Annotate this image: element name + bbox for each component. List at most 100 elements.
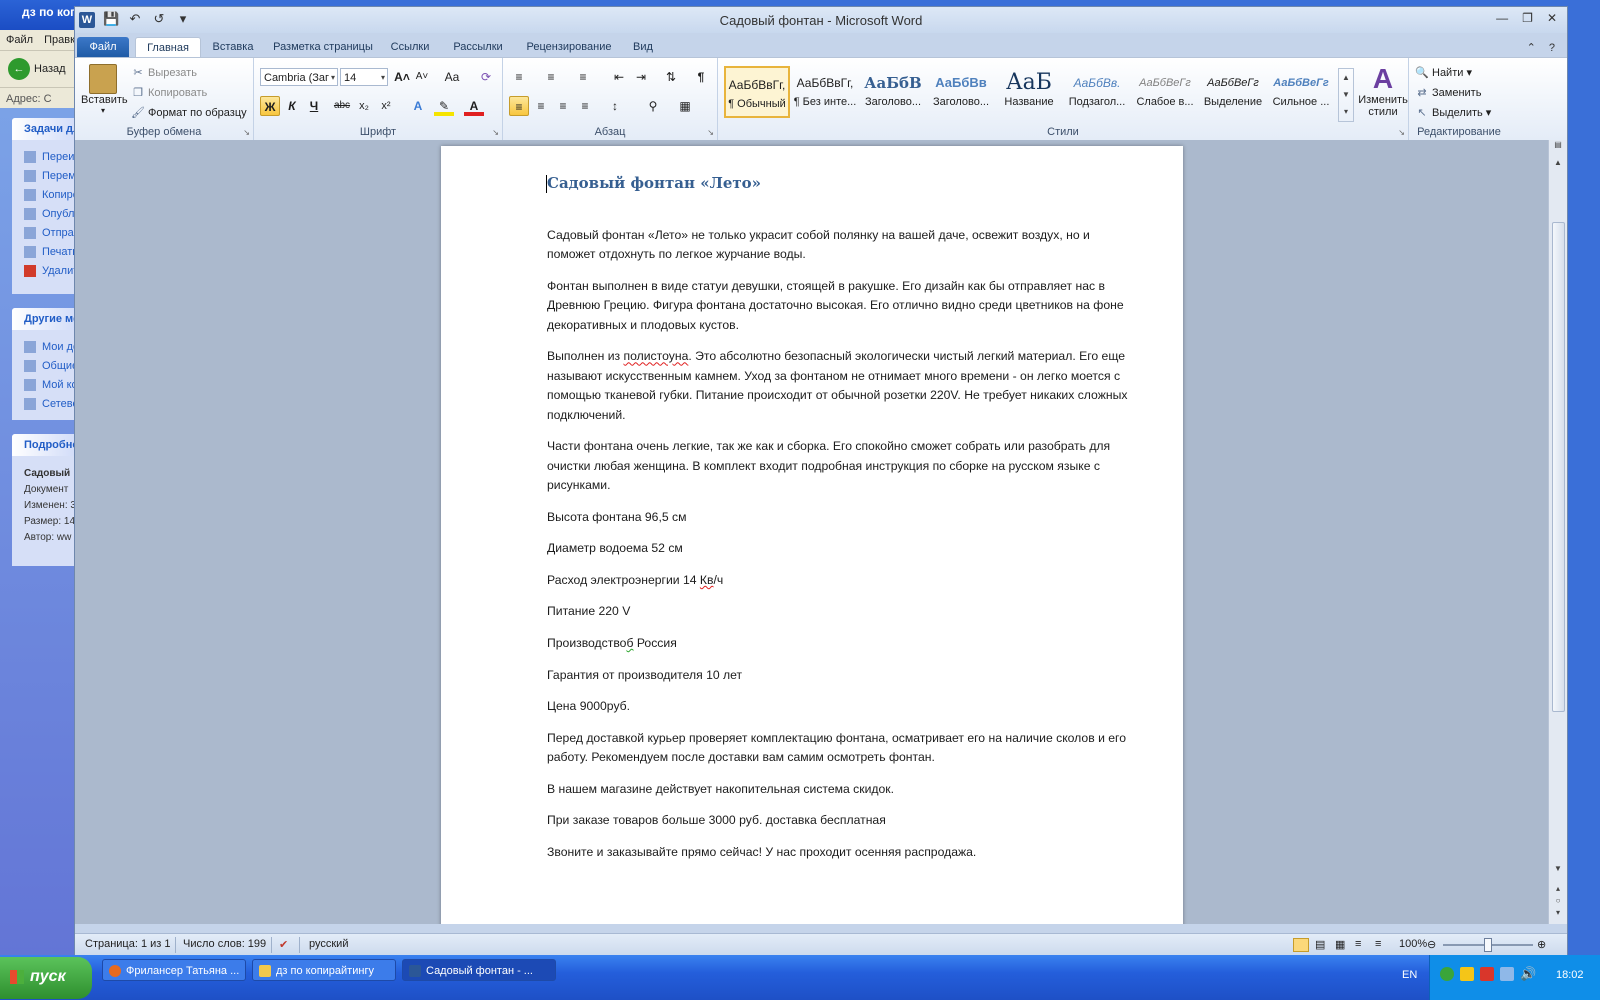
style-subtle-emphasis[interactable]: АаБбВеГг Слабое в...	[1132, 66, 1198, 118]
details-panel-title[interactable]: Подробно	[12, 434, 80, 456]
sort-icon[interactable]: ⇅	[661, 67, 681, 87]
clear-formatting-icon[interactable]: ⟳	[476, 67, 496, 87]
next-page-icon[interactable]: ▾	[1549, 908, 1567, 917]
style-subtitle[interactable]: АаБбВв. Подзагол...	[1064, 66, 1130, 118]
place-network[interactable]: Сетевое окружение	[12, 395, 80, 414]
explorer-back-button[interactable]: Назад	[34, 63, 66, 75]
style-no-spacing[interactable]: АаБбВвГг, ¶ Без инте...	[792, 66, 858, 118]
tab-references[interactable]: Ссылки	[387, 37, 433, 57]
proofing-icon[interactable]: ✔	[279, 938, 288, 951]
cut-button[interactable]: ✂ Вырезать	[131, 66, 197, 79]
tab-home[interactable]: Главная	[135, 37, 201, 58]
task-move[interactable]: Переместить	[12, 167, 80, 186]
network-icon[interactable]	[1440, 967, 1454, 981]
shading-icon[interactable]: ⚲	[643, 96, 663, 116]
print-layout-icon[interactable]	[1293, 938, 1309, 952]
task-rename[interactable]: Переименовать	[12, 148, 80, 167]
document-page[interactable]: Садовый фонтан «Лето» Садовый фонтан «Ле…	[441, 146, 1183, 924]
bullets-icon[interactable]: ≡	[509, 67, 529, 87]
find-button[interactable]: 🔍 Найти ▾	[1415, 66, 1472, 79]
increase-indent-icon[interactable]: ⇥	[631, 67, 651, 87]
style-intense-emphasis[interactable]: АаБбВеГг Сильное ...	[1268, 66, 1334, 118]
web-layout-icon[interactable]: ▦	[1335, 938, 1345, 951]
spelling-error[interactable]: полистоуна	[624, 349, 689, 363]
show-marks-icon[interactable]: ¶	[691, 67, 711, 87]
maximize-icon[interactable]: ❐	[1522, 11, 1533, 25]
tray-app-icon[interactable]	[1500, 967, 1514, 981]
align-right-icon[interactable]: ≡	[553, 96, 573, 116]
style-normal[interactable]: АаБбВвГг, ¶ Обычный	[724, 66, 790, 118]
tab-page-layout[interactable]: Разметка страницы	[267, 37, 379, 57]
bold-icon[interactable]: Ж	[260, 96, 280, 116]
minimize-icon[interactable]: —	[1496, 11, 1508, 25]
zoom-in-icon[interactable]: ⊕	[1537, 938, 1546, 951]
zoom-level[interactable]: 100%	[1399, 938, 1427, 950]
ruler-toggle-icon[interactable]: ▤	[1549, 140, 1567, 149]
task-copy[interactable]: Копировать	[12, 186, 80, 205]
decrease-indent-icon[interactable]: ⇤	[609, 67, 629, 87]
styles-scroll[interactable]: ▲ ▼ ▾	[1338, 68, 1354, 122]
select-button[interactable]: ↖ Выделить ▾	[1415, 106, 1491, 119]
underline-icon[interactable]: Ч	[304, 96, 324, 116]
replace-button[interactable]: ⇄ Заменить	[1415, 86, 1481, 99]
tab-file[interactable]: Файл	[77, 37, 129, 57]
change-case-icon[interactable]: Aa	[442, 67, 462, 87]
document-area[interactable]: Садовый фонтан «Лето» Садовый фонтан «Ле…	[75, 140, 1549, 924]
copy-button[interactable]: ❐ Копировать	[131, 86, 207, 99]
start-button[interactable]: пуск	[0, 957, 92, 999]
language-indicator[interactable]: EN	[1402, 969, 1417, 981]
vertical-scrollbar[interactable]: ▤ ▲ ▼ ▴ ○ ▾	[1548, 140, 1567, 924]
draft-icon[interactable]: ≡	[1375, 938, 1381, 950]
font-family-combo[interactable]: Cambria (Заг ▾	[260, 68, 338, 86]
task-print[interactable]: Печать	[12, 243, 80, 262]
place-my-documents[interactable]: Мои документы	[12, 338, 80, 357]
shrink-font-icon[interactable]: A˅	[412, 67, 432, 87]
multilevel-list-icon[interactable]: ≡	[573, 67, 593, 87]
style-heading2[interactable]: АаБбВв Заголово...	[928, 66, 994, 118]
strikethrough-icon[interactable]: abc	[332, 96, 352, 116]
tasks-panel-title[interactable]: Задачи для	[12, 118, 80, 140]
dialog-launcher-icon[interactable]: ↘	[707, 128, 714, 137]
style-title[interactable]: АаБ Название	[996, 66, 1062, 118]
zoom-slider-thumb[interactable]	[1484, 938, 1492, 952]
explorer-menu-file[interactable]: Файл	[6, 34, 33, 46]
scroll-down-icon[interactable]: ▼	[1549, 864, 1567, 873]
taskbar-explorer[interactable]: дз по копирайтингу	[252, 959, 396, 981]
dialog-launcher-icon[interactable]: ↘	[243, 128, 250, 137]
address-value[interactable]: С	[44, 93, 52, 105]
italic-icon[interactable]: К	[282, 96, 302, 116]
change-styles-button[interactable]: A Изменить стили	[1358, 64, 1408, 119]
language[interactable]: русский	[309, 938, 348, 950]
line-spacing-icon[interactable]: ↕	[605, 96, 625, 116]
grow-font-icon[interactable]: A˄	[392, 67, 412, 87]
place-shared-documents[interactable]: Общие документы	[12, 357, 80, 376]
task-email[interactable]: Отправить по электронной почте	[12, 224, 80, 243]
minimize-ribbon-icon[interactable]: ⌃	[1527, 42, 1536, 54]
browse-object-icon[interactable]: ○	[1549, 896, 1567, 905]
clock[interactable]: 18:02	[1556, 969, 1584, 981]
subscript-icon[interactable]: x₂	[354, 96, 374, 116]
dialog-launcher-icon[interactable]: ↘	[1398, 128, 1405, 137]
style-heading1[interactable]: АаБбВ Заголово...	[860, 66, 926, 118]
previous-page-icon[interactable]: ▴	[1549, 884, 1567, 893]
text-effects-icon[interactable]: A	[408, 96, 428, 116]
word-count[interactable]: Число слов: 199	[183, 938, 266, 950]
font-size-combo[interactable]: 14 ▾	[340, 68, 388, 86]
tab-mailings[interactable]: Рассылки	[447, 37, 509, 57]
taskbar-word[interactable]: Садовый фонтан - ...	[402, 959, 556, 981]
tab-view[interactable]: Вид	[629, 37, 657, 57]
page-count[interactable]: Страница: 1 из 1	[85, 938, 171, 950]
tab-insert[interactable]: Вставка	[205, 37, 261, 57]
format-painter-button[interactable]: 🖌 Формат по образцу	[131, 106, 247, 119]
superscript-icon[interactable]: x²	[376, 96, 396, 116]
close-icon[interactable]: ✕	[1547, 11, 1557, 25]
volume-icon[interactable]: 🔊	[1520, 966, 1536, 982]
place-my-computer[interactable]: Мой компьютер	[12, 376, 80, 395]
help-icon[interactable]: ?	[1549, 42, 1555, 54]
back-arrow-icon[interactable]: ←	[8, 58, 30, 80]
task-delete[interactable]: Удалить	[12, 262, 80, 281]
spelling-error[interactable]: Кв	[700, 573, 714, 587]
scroll-thumb[interactable]	[1552, 222, 1565, 712]
scroll-up-icon[interactable]: ▲	[1549, 158, 1567, 167]
tab-review[interactable]: Рецензирование	[521, 37, 617, 57]
